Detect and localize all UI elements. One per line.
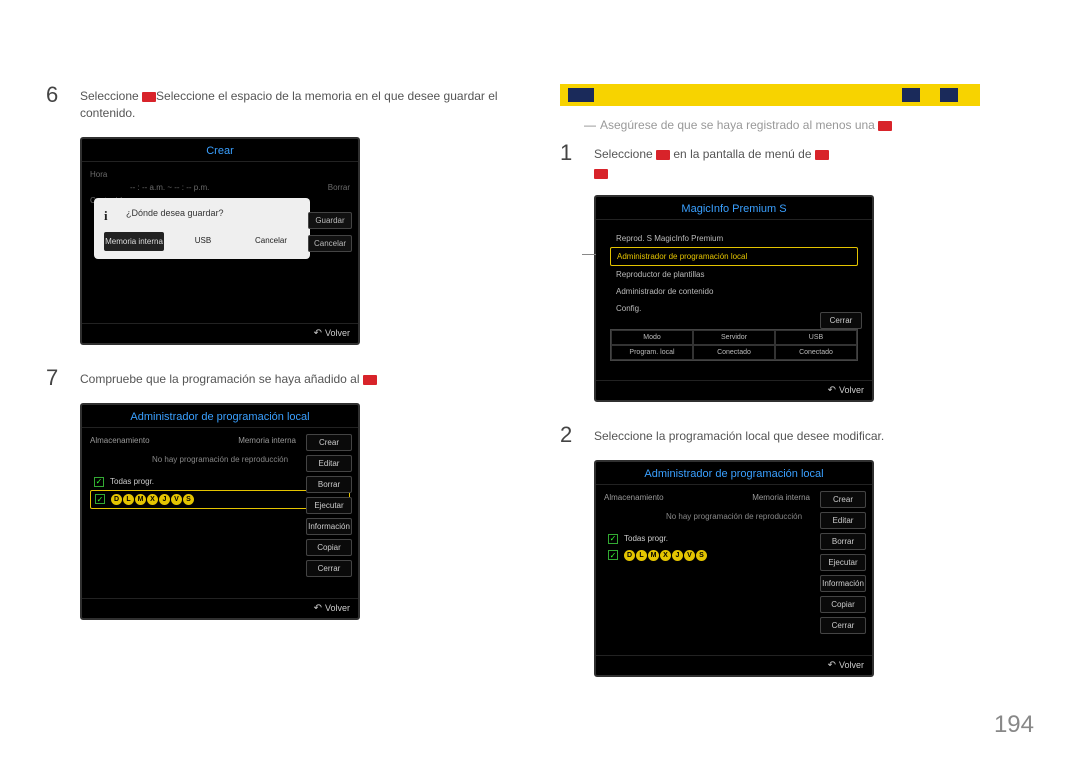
ref-icon <box>142 92 156 102</box>
info-icon: i <box>104 208 108 224</box>
btn-cancelar[interactable]: Cancelar <box>308 235 352 252</box>
volver-link[interactable]: Volver <box>828 660 864 671</box>
btn-copiar[interactable]: Copiar <box>306 539 352 556</box>
btn-cerrar[interactable]: Cerrar <box>306 560 352 577</box>
screen-admin-left: Administrador de programación local Alma… <box>80 403 360 620</box>
label-storage: Almacenamiento <box>604 493 664 502</box>
days-badges: D L M X J V S <box>111 494 194 505</box>
menu-item[interactable]: Reproductor de plantillas <box>610 266 858 283</box>
menu-item[interactable]: Reprod. S MagicInfo Premium <box>610 230 858 247</box>
prereq-note: ―Asegúrese de que se haya registrado al … <box>584 118 1020 132</box>
dialog-btn-usb[interactable]: USB <box>174 232 232 251</box>
menu-item-selected[interactable]: Administrador de programación local <box>610 247 858 266</box>
heading-glyph <box>940 88 958 102</box>
checkbox-icon[interactable]: ✓ <box>608 550 618 560</box>
screen-title: Administrador de programación local <box>596 462 872 485</box>
btn-borrar[interactable]: Borrar <box>306 476 352 493</box>
time-value: -- : -- a.m. ~ -- : -- p.m. <box>130 183 209 192</box>
step-6: 6 Seleccione Seleccione el espacio de la… <box>46 84 506 123</box>
label-borrar: Borrar <box>328 183 350 192</box>
step-2: 2 Seleccione la programación local que d… <box>560 424 1020 446</box>
btn-cerrar[interactable]: Cerrar <box>820 617 866 634</box>
th: Modo <box>611 330 693 345</box>
heading-glyph <box>902 88 920 102</box>
checkbox-icon[interactable]: ✓ <box>608 534 618 544</box>
btn-ejecutar[interactable]: Ejecutar <box>306 497 352 514</box>
btn-info[interactable]: Información <box>306 518 352 535</box>
dialog-question: ¿Dónde desea guardar? <box>126 208 300 218</box>
ref-icon <box>656 150 670 160</box>
step-text: Compruebe que la programación se haya añ… <box>80 367 377 389</box>
btn-crear[interactable]: Crear <box>820 491 866 508</box>
btn-info[interactable]: Información <box>820 575 866 592</box>
action-buttons: Crear Editar Borrar Ejecutar Información… <box>820 491 866 647</box>
screen-title: Crear <box>82 139 358 162</box>
leader-line <box>582 254 596 255</box>
td: Program. local <box>611 345 693 360</box>
btn-cerrar[interactable]: Cerrar <box>820 312 862 329</box>
label-hora: Hora <box>90 170 107 179</box>
ref-icon <box>594 169 608 179</box>
label-storage: Almacenamiento <box>90 436 150 445</box>
step-number: 7 <box>46 367 68 389</box>
step-number: 6 <box>46 84 68 123</box>
step-number: 1 <box>560 142 582 181</box>
volver-link[interactable]: Volver <box>314 603 350 614</box>
dialog-btn-cancel[interactable]: Cancelar <box>242 232 300 251</box>
ref-icon <box>363 375 377 385</box>
label-all: Todas progr. <box>110 477 154 486</box>
step-number: 2 <box>560 424 582 446</box>
days-badges: D L M X J V S <box>624 550 707 561</box>
screen-title: MagicInfo Premium S <box>596 197 872 220</box>
action-buttons: Crear Editar Borrar Ejecutar Información… <box>306 434 352 590</box>
ref-icon <box>815 150 829 160</box>
btn-editar[interactable]: Editar <box>820 512 866 529</box>
volver-link[interactable]: Volver <box>828 385 864 396</box>
btn-guardar[interactable]: Guardar <box>308 212 352 229</box>
btn-crear[interactable]: Crear <box>306 434 352 451</box>
save-dialog: i ¿Dónde desea guardar? Memoria interna … <box>94 198 310 259</box>
section-heading-bar <box>560 84 980 106</box>
step-text: Seleccione la programación local que des… <box>594 424 884 446</box>
heading-glyph <box>568 88 594 102</box>
screen-admin-right: Administrador de programación local Alma… <box>594 460 874 677</box>
step-text: Seleccione en la pantalla de menú de <box>594 142 829 181</box>
step-1: 1 Seleccione en la pantalla de menú de <box>560 142 1020 181</box>
btn-editar[interactable]: Editar <box>306 455 352 472</box>
screen-title: Administrador de programación local <box>82 405 358 428</box>
screen-magicinfo: MagicInfo Premium S Reprod. S MagicInfo … <box>594 195 874 402</box>
status-table: Modo Servidor USB Program. local Conecta… <box>610 329 858 361</box>
td: Conectado <box>693 345 775 360</box>
menu-item[interactable]: Administrador de contenido <box>610 283 858 300</box>
checkbox-icon[interactable]: ✓ <box>94 477 104 487</box>
dialog-btn-internal[interactable]: Memoria interna <box>104 232 164 251</box>
page-number: 194 <box>994 711 1034 739</box>
step-7: 7 Compruebe que la programación se haya … <box>46 367 506 389</box>
label-all: Todas progr. <box>624 534 668 543</box>
ref-icon <box>878 121 892 131</box>
step-text: Seleccione Seleccione el espacio de la m… <box>80 84 506 123</box>
btn-borrar[interactable]: Borrar <box>820 533 866 550</box>
btn-ejecutar[interactable]: Ejecutar <box>820 554 866 571</box>
label-mem: Memoria interna <box>752 493 810 502</box>
btn-copiar[interactable]: Copiar <box>820 596 866 613</box>
th: Servidor <box>693 330 775 345</box>
td: Conectado <box>775 345 857 360</box>
th: USB <box>775 330 857 345</box>
volver-link[interactable]: Volver <box>314 328 350 339</box>
screen-crear: Crear Hora -- : -- a.m. ~ -- : -- p.m. Bo… <box>80 137 360 345</box>
label-mem: Memoria interna <box>238 436 296 445</box>
checkbox-icon[interactable]: ✓ <box>95 494 105 504</box>
